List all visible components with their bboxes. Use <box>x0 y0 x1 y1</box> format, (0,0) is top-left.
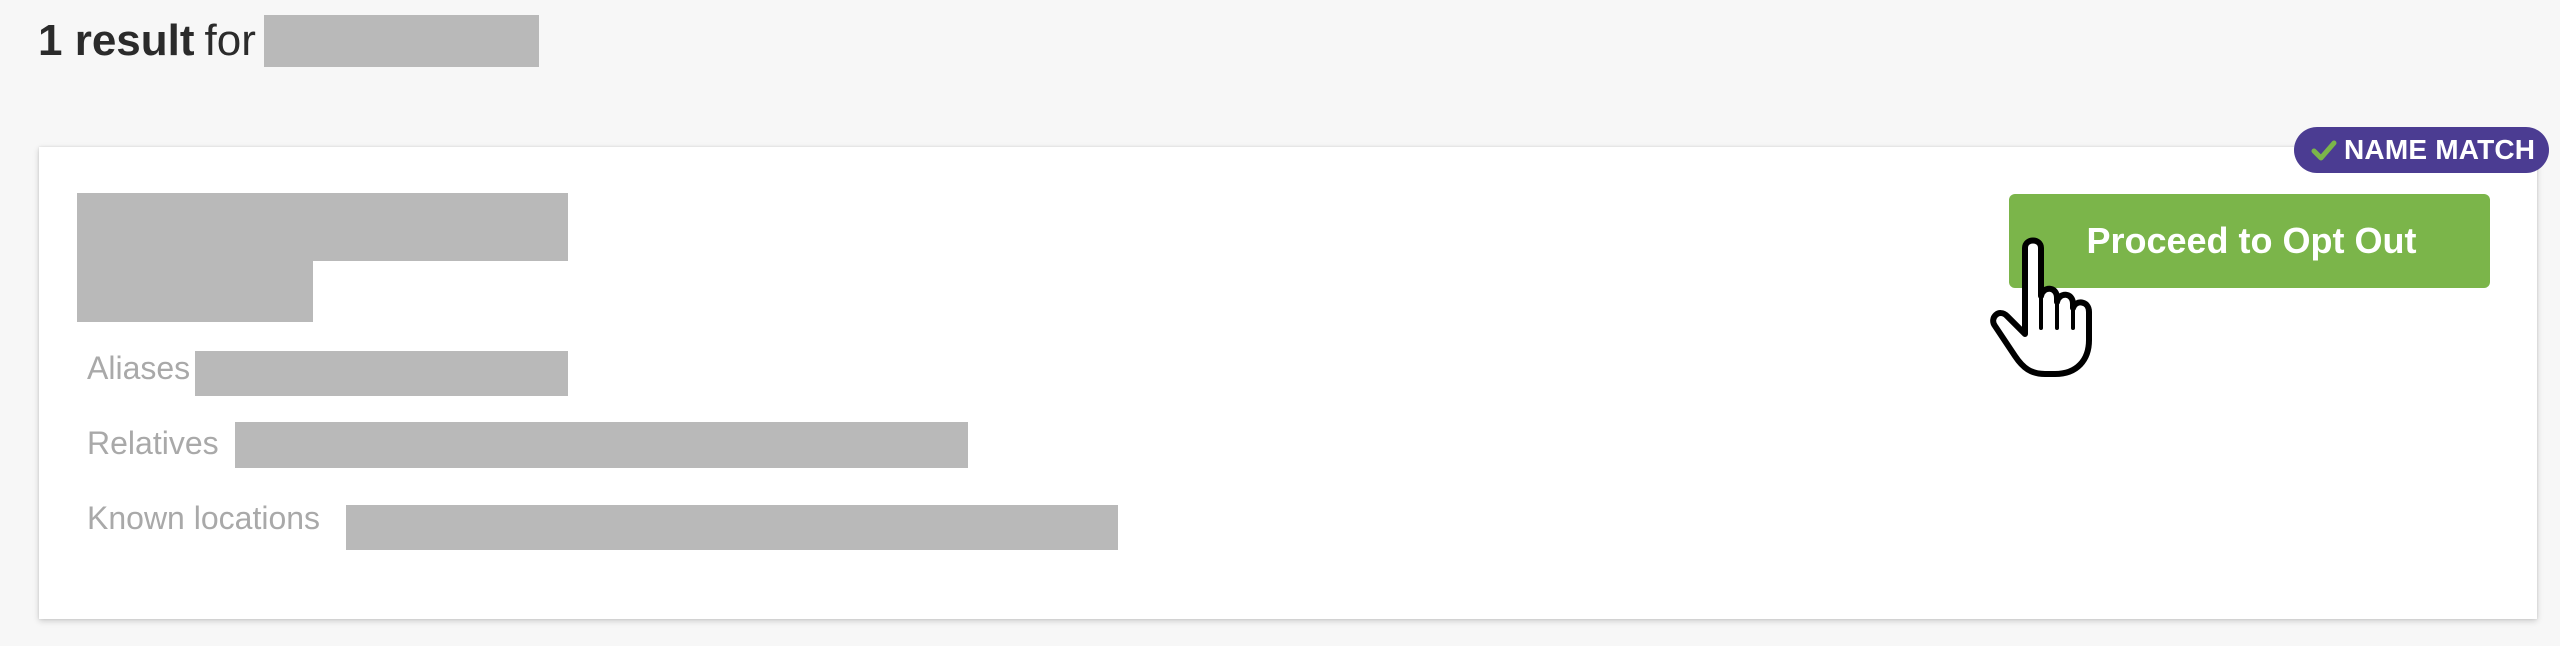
redacted-search-query <box>263 15 539 67</box>
check-icon <box>2310 136 2338 164</box>
search-results-page: 1 result for Aliases Relatives Known loc… <box>0 0 2560 646</box>
redacted-known-locations <box>346 505 1118 550</box>
results-for-label: for <box>204 16 256 65</box>
name-match-badge: NAME MATCH <box>2294 127 2550 173</box>
aliases-label: Aliases <box>87 350 191 386</box>
hand-pointer-icon <box>1990 237 2092 377</box>
result-card: Aliases Relatives Known locations Procee… <box>39 147 2537 619</box>
result-count: 1 result <box>38 16 195 65</box>
redacted-name-second-line <box>77 261 313 322</box>
name-match-label: NAME MATCH <box>2344 134 2536 165</box>
known-locations-label: Known locations <box>87 500 321 536</box>
redacted-name <box>77 193 568 261</box>
relatives-label: Relatives <box>87 425 219 461</box>
results-heading: 1 result for <box>38 8 539 74</box>
redacted-relatives <box>235 422 968 468</box>
redacted-aliases <box>195 351 568 396</box>
